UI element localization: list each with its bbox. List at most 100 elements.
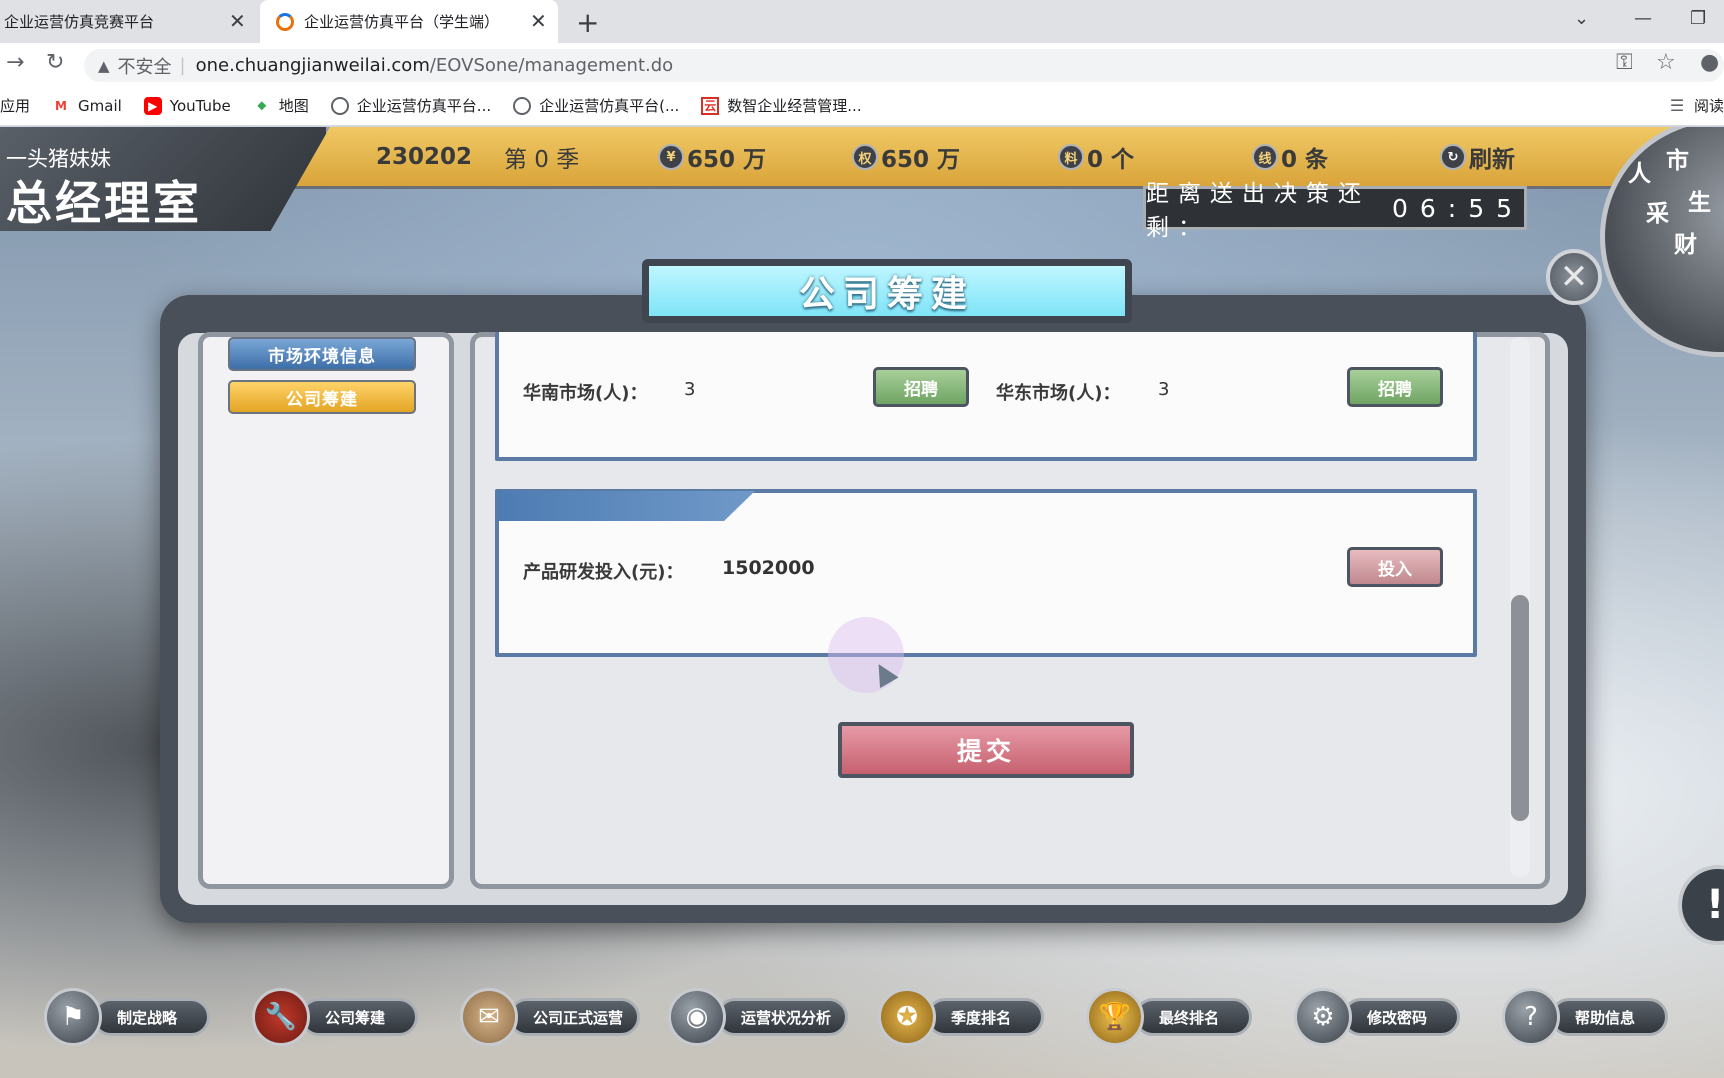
refresh-icon: ↻	[1440, 144, 1466, 170]
security-label: 不安全	[117, 56, 172, 78]
tab-search-icon[interactable]: ⌄	[1574, 8, 1589, 29]
globe-icon	[330, 96, 349, 115]
bookmark-label: 企业运营仿真平台(...	[539, 97, 680, 115]
forward-arrow-icon[interactable]: →	[6, 50, 24, 75]
countdown-label: 距离送出决策还剩：	[1146, 181, 1370, 241]
medal-icon: ✪	[878, 988, 936, 1046]
minimize-icon[interactable]: —	[1634, 8, 1652, 29]
nav-help[interactable]: ? 帮助信息	[1502, 987, 1668, 1047]
site-favicon-icon	[276, 12, 294, 31]
bookmark-youtube[interactable]: ▶ YouTube	[143, 96, 231, 115]
dialog-title: 公司筹建	[642, 259, 1132, 323]
bookmarks-bar: 应用 M Gmail ▶ YouTube ⬥ 地图 企业运营仿真平台... 企业…	[0, 86, 1724, 126]
game-viewport: 一头猪妹妹 总经理室 230202 第 0 季 ¥ 650 万 权 650 万 …	[0, 127, 1724, 1078]
youtube-icon: ▶	[143, 96, 162, 115]
reading-list-label: 阅读	[1693, 97, 1724, 115]
wrench-icon: 🔧	[252, 988, 310, 1046]
submit-button[interactable]: 提交	[838, 722, 1134, 778]
recruit-east-button[interactable]: 招聘	[1347, 367, 1443, 407]
close-icon[interactable]: ✕	[530, 9, 547, 33]
bookmark-label: YouTube	[169, 96, 231, 115]
scroll-icon: ✉	[460, 988, 518, 1046]
bookmark-gmail[interactable]: M Gmail	[52, 97, 122, 115]
bookmark-star-icon[interactable]: ☆	[1656, 50, 1676, 75]
globe-icon	[513, 96, 532, 115]
wheel-procurement[interactable]: 采	[1646, 194, 1669, 228]
bookmark-apps[interactable]: 应用	[0, 95, 30, 116]
card-ribbon	[497, 491, 755, 521]
help-icon: ?	[1502, 988, 1560, 1046]
gmail-icon: M	[55, 98, 67, 113]
address-bar[interactable]: ▲ 不安全 | one.chuangjianweilai.com /EOVSon…	[84, 49, 1724, 82]
scrollbar-thumb[interactable]	[1511, 595, 1529, 821]
dialog-sidebar	[198, 332, 454, 889]
invest-button[interactable]: 投入	[1347, 547, 1443, 587]
bookmark-label: 企业运营仿真平台...	[356, 97, 492, 115]
key-icon[interactable]: ⚿	[1616, 50, 1633, 75]
flag-icon: ⚑	[44, 988, 102, 1046]
reading-list-icon: ☰	[1669, 96, 1685, 115]
wheel-hr[interactable]: 人	[1628, 154, 1651, 188]
south-market-value: 3	[684, 379, 696, 400]
equity-stat: 权 650 万	[852, 140, 960, 174]
reading-list[interactable]: ☰ 阅读	[1668, 95, 1724, 116]
recruit-south-button[interactable]: 招聘	[873, 367, 969, 407]
restore-icon[interactable]: ❐	[1690, 8, 1706, 29]
browser-tab-competition[interactable]: 企业运营仿真竞赛平台 ✕	[0, 0, 257, 43]
address-separator: |	[179, 55, 186, 76]
trophy-icon: 🏆	[1086, 988, 1144, 1046]
bookmark-label: 数智企业经营管理...	[727, 97, 862, 115]
cash-icon: ¥	[658, 144, 684, 170]
close-icon[interactable]: ✕	[229, 9, 246, 33]
url-path: /EOVSone/management.do	[429, 55, 674, 76]
close-icon[interactable]: ✕	[1546, 249, 1602, 305]
wheel-production[interactable]: 生	[1688, 183, 1711, 217]
bookmark-platform-1[interactable]: 企业运营仿真平台...	[330, 95, 492, 116]
sidebar-item-company-setup[interactable]: 公司筹建	[228, 380, 416, 414]
browser-tab-student[interactable]: 企业运营仿真平台（学生端） ✕	[260, 0, 558, 43]
sidebar-item-market-info[interactable]: 市场环境信息	[228, 337, 416, 371]
refresh-button[interactable]: ↻ 刷新	[1440, 140, 1515, 174]
cash-stat: ¥ 650 万	[658, 140, 766, 174]
nav-formal-operation[interactable]: ✉ 公司正式运营	[460, 987, 641, 1047]
tab-title: 企业运营仿真平台（学生端）	[304, 13, 500, 31]
equity-icon: 权	[852, 144, 878, 170]
nav-final-ranking[interactable]: 🏆 最终排名	[1086, 987, 1252, 1047]
office-title: 总经理室	[6, 176, 202, 230]
nav-change-password[interactable]: ⚙ 修改密码	[1294, 987, 1460, 1047]
reload-icon[interactable]: ↻	[46, 50, 64, 75]
nav-strategy[interactable]: ⚑ 制定战略	[44, 987, 210, 1047]
south-market-label: 华南市场(人)：	[523, 383, 648, 404]
tab-title: 企业运营仿真竞赛平台	[4, 13, 155, 31]
bookmark-maps[interactable]: ⬥ 地图	[253, 95, 309, 116]
rd-investment-label: 产品研发投入(元)：	[523, 562, 684, 583]
site-icon: 云	[701, 96, 720, 115]
lines-stat: 线 0 条	[1252, 140, 1328, 174]
bookmark-label: 地图	[278, 97, 309, 115]
new-tab-plus-icon[interactable]: +	[576, 6, 599, 39]
east-market-value: 3	[1158, 379, 1170, 400]
bookmark-label: Gmail	[78, 96, 122, 115]
countdown-time: 06:55	[1391, 193, 1524, 223]
maps-icon: ⬥	[257, 98, 266, 112]
company-code: 230202	[376, 144, 473, 170]
bookmark-platform-2[interactable]: 企业运营仿真平台(...	[513, 95, 679, 116]
wheel-market[interactable]: 市	[1666, 141, 1689, 175]
nav-operation-analysis[interactable]: ◉ 运营状况分析	[668, 987, 849, 1047]
nav-company-setup[interactable]: 🔧 公司筹建	[252, 987, 418, 1047]
materials-icon: 料	[1058, 144, 1084, 170]
notification-icon[interactable]: !	[1678, 865, 1724, 945]
bookmark-label: 应用	[0, 97, 31, 115]
warning-triangle-icon: ▲	[98, 56, 110, 75]
wheel-finance[interactable]: 财	[1674, 225, 1697, 259]
season-indicator: 第 0 季	[504, 147, 580, 173]
profile-avatar-icon[interactable]: ●	[1700, 50, 1719, 75]
decision-countdown: 距离送出决策还剩： 06:55	[1143, 181, 1527, 241]
nav-quarter-ranking[interactable]: ✪ 季度排名	[878, 987, 1044, 1047]
gauge-icon: ◉	[668, 988, 726, 1046]
east-market-label: 华东市场(人)：	[996, 383, 1121, 404]
lines-icon: 线	[1252, 144, 1278, 170]
bookmark-digital-mgmt[interactable]: 云 数智企业经营管理...	[701, 95, 862, 116]
rd-investment-value: 1502000	[722, 557, 815, 579]
materials-stat: 料 0 个	[1058, 140, 1134, 174]
